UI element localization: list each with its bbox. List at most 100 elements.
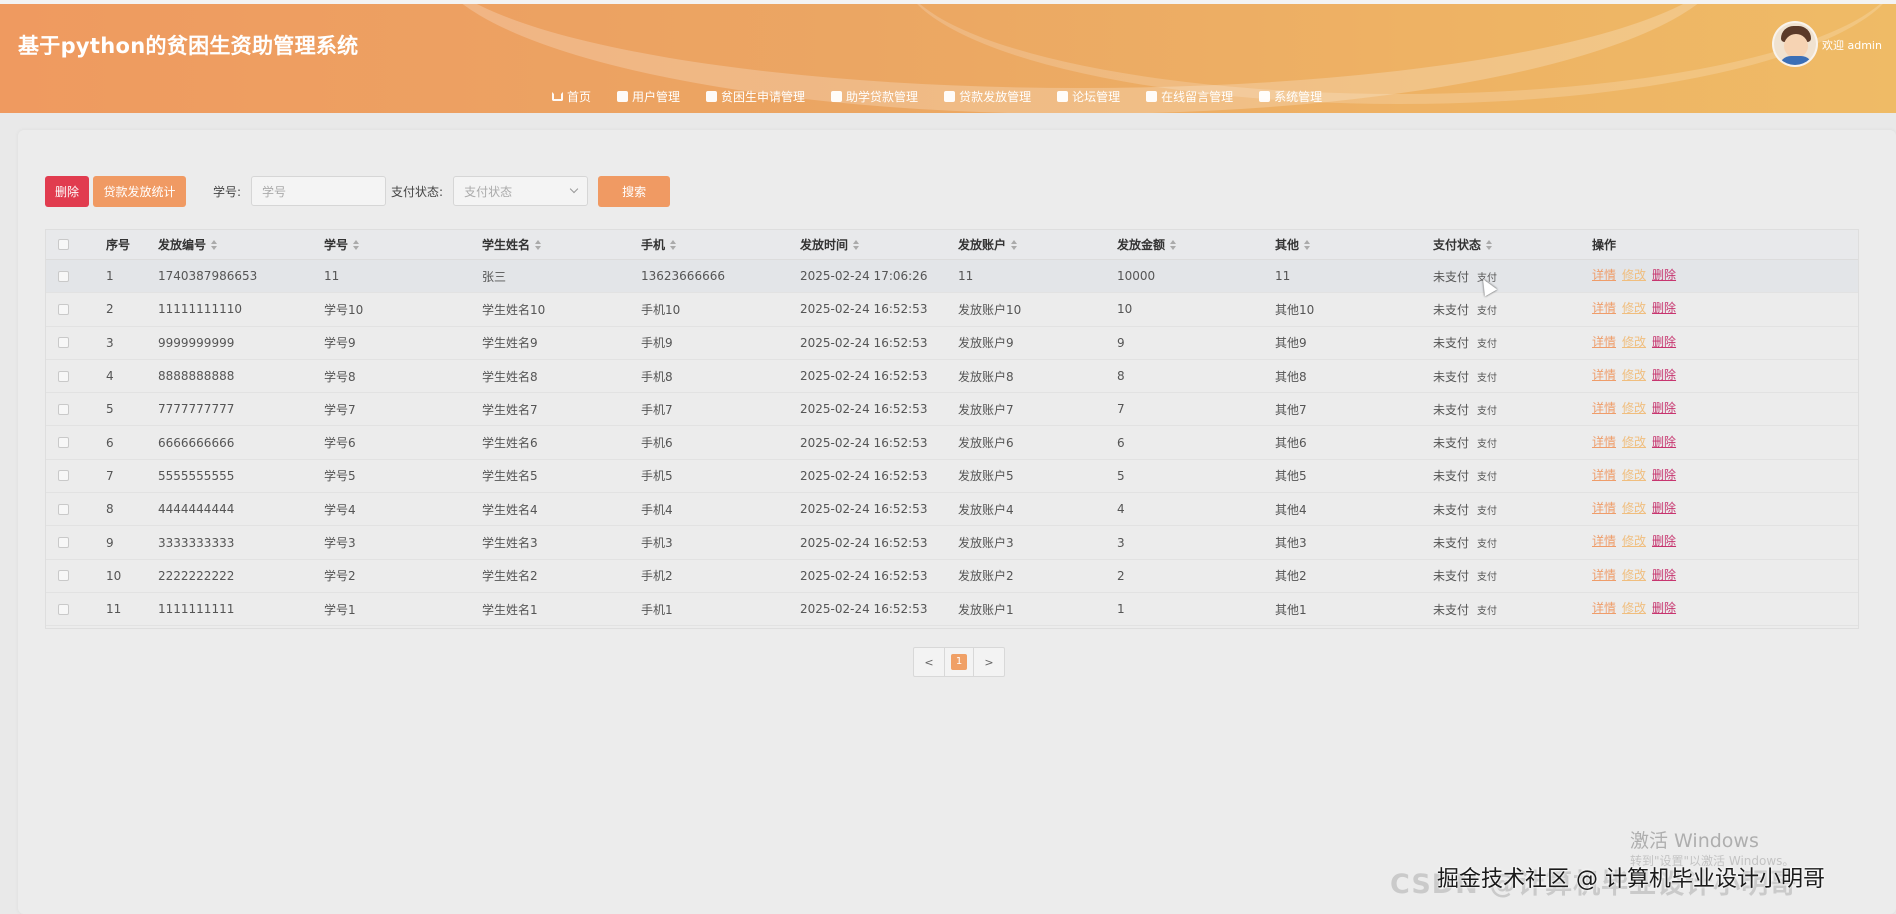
pay-button[interactable]: 支付 bbox=[1477, 602, 1497, 617]
pay-button[interactable]: 支付 bbox=[1477, 402, 1497, 417]
table-row[interactable]: 4 8888888888 学号8 学生姓名8 手机8 2025-02-24 16:52:5… bbox=[46, 360, 1858, 394]
detail-link[interactable]: 详情 bbox=[1592, 499, 1616, 516]
nav-item-7[interactable]: 系统管理 bbox=[1259, 88, 1322, 105]
edit-link[interactable]: 修改 bbox=[1622, 466, 1646, 483]
detail-link[interactable]: 详情 bbox=[1592, 266, 1616, 283]
pay-button[interactable]: 支付 bbox=[1477, 502, 1497, 517]
nav-item-0[interactable]: 首页 bbox=[552, 88, 591, 105]
search-button[interactable]: 搜索 bbox=[598, 175, 671, 207]
edit-link[interactable]: 修改 bbox=[1622, 532, 1646, 549]
delete-link[interactable]: 删除 bbox=[1652, 399, 1676, 416]
nav-item-4[interactable]: 贷款发放管理 bbox=[944, 88, 1031, 105]
detail-link[interactable]: 详情 bbox=[1592, 366, 1616, 383]
sort-icon[interactable] bbox=[1486, 239, 1493, 250]
row-checkbox[interactable] bbox=[58, 503, 69, 515]
table-row[interactable]: 6 6666666666 学号6 学生姓名6 手机6 2025-02-24 16:52:5… bbox=[46, 427, 1858, 460]
nav-item-2[interactable]: 贫困生申请管理 bbox=[706, 88, 805, 105]
pay-button[interactable]: 支付 bbox=[1477, 468, 1497, 483]
delete-link[interactable]: 删除 bbox=[1652, 599, 1676, 616]
sort-icon[interactable] bbox=[853, 239, 860, 250]
edit-link[interactable]: 修改 bbox=[1622, 499, 1646, 516]
sort-icon[interactable] bbox=[1170, 239, 1177, 250]
next-page-button[interactable]: > bbox=[974, 648, 1004, 676]
welcome-user-menu[interactable]: 欢迎 admin bbox=[1822, 37, 1882, 53]
column-header[interactable]: 手机 bbox=[641, 230, 677, 259]
detail-link[interactable]: 详情 bbox=[1592, 599, 1616, 616]
table-row[interactable]: 2 11111111110 学号10 学生姓名10 手机10 2025-02-24 16:… bbox=[46, 293, 1858, 327]
row-checkbox[interactable] bbox=[58, 437, 69, 449]
sort-icon[interactable] bbox=[1011, 239, 1018, 250]
detail-link[interactable]: 详情 bbox=[1592, 566, 1616, 583]
sort-icon[interactable] bbox=[211, 239, 218, 250]
table-row[interactable]: 5 7777777777 学号7 学生姓名7 手机7 2025-02-24 16:52:5… bbox=[46, 393, 1858, 427]
column-header[interactable]: 发放账户 bbox=[958, 230, 1018, 259]
column-header[interactable]: 发放时间 bbox=[800, 230, 860, 259]
delete-link[interactable]: 删除 bbox=[1652, 299, 1676, 316]
select-all-checkbox[interactable] bbox=[58, 239, 69, 250]
edit-link[interactable]: 修改 bbox=[1622, 333, 1646, 350]
delete-link[interactable]: 删除 bbox=[1652, 333, 1676, 350]
edit-link[interactable]: 修改 bbox=[1622, 433, 1646, 450]
nav-item-5[interactable]: 论坛管理 bbox=[1057, 88, 1120, 105]
column-header[interactable]: 发放编号 bbox=[158, 230, 218, 259]
table-row[interactable]: 9 3333333333 学号3 学生姓名3 手机3 2025-02-24 16:52:5… bbox=[46, 526, 1858, 560]
loan-stats-button[interactable]: 贷款发放统计 bbox=[93, 175, 186, 207]
column-header[interactable]: 支付状态 bbox=[1433, 230, 1493, 259]
detail-link[interactable]: 详情 bbox=[1592, 433, 1616, 450]
detail-link[interactable]: 详情 bbox=[1592, 333, 1616, 350]
edit-link[interactable]: 修改 bbox=[1622, 266, 1646, 283]
pay-button[interactable]: 支付 bbox=[1477, 335, 1497, 350]
table-row[interactable]: 1 1740387986653 11 张三 13623666666 2025-02-24 … bbox=[46, 260, 1858, 294]
edit-link[interactable]: 修改 bbox=[1622, 366, 1646, 383]
column-header[interactable]: 学号 bbox=[324, 230, 360, 259]
delete-link[interactable]: 删除 bbox=[1652, 366, 1676, 383]
delete-link[interactable]: 删除 bbox=[1652, 266, 1676, 283]
table-row[interactable]: 8 4444444444 学号4 学生姓名4 手机4 2025-02-24 16:52:5… bbox=[46, 493, 1858, 527]
row-checkbox[interactable] bbox=[58, 303, 69, 315]
sort-icon[interactable] bbox=[1304, 239, 1311, 250]
nav-item-3[interactable]: 助学贷款管理 bbox=[831, 88, 918, 105]
row-checkbox[interactable] bbox=[58, 370, 69, 382]
delete-link[interactable]: 删除 bbox=[1652, 566, 1676, 583]
edit-link[interactable]: 修改 bbox=[1622, 599, 1646, 616]
admin-avatar[interactable] bbox=[1772, 21, 1818, 67]
pay-button[interactable]: 支付 bbox=[1477, 535, 1497, 550]
table-row[interactable]: 10 2222222222 学号2 学生姓名2 手机2 2025-02-24 16:52:… bbox=[46, 560, 1858, 593]
row-checkbox[interactable] bbox=[58, 570, 69, 582]
edit-link[interactable]: 修改 bbox=[1622, 299, 1646, 316]
sort-icon[interactable] bbox=[535, 239, 542, 250]
detail-link[interactable]: 详情 bbox=[1592, 532, 1616, 549]
edit-link[interactable]: 修改 bbox=[1622, 566, 1646, 583]
delete-link[interactable]: 删除 bbox=[1652, 532, 1676, 549]
pay-button[interactable]: 支付 bbox=[1477, 435, 1497, 450]
batch-delete-button[interactable]: 删除 bbox=[45, 175, 89, 207]
detail-link[interactable]: 详情 bbox=[1592, 299, 1616, 316]
table-row[interactable]: 7 5555555555 学号5 学生姓名5 手机5 2025-02-24 16:52:5… bbox=[46, 460, 1858, 494]
sort-icon[interactable] bbox=[670, 239, 677, 250]
pay-button[interactable]: 支付 bbox=[1477, 302, 1497, 317]
column-header[interactable]: 学生姓名 bbox=[482, 230, 542, 259]
nav-item-1[interactable]: 用户管理 bbox=[617, 88, 680, 105]
row-checkbox[interactable] bbox=[58, 270, 69, 282]
pay-button[interactable]: 支付 bbox=[1477, 369, 1497, 384]
column-header[interactable]: 序号 bbox=[106, 230, 130, 259]
edit-link[interactable]: 修改 bbox=[1622, 399, 1646, 416]
pay-button[interactable]: 支付 bbox=[1477, 568, 1497, 583]
delete-link[interactable]: 删除 bbox=[1652, 466, 1676, 483]
sort-icon[interactable] bbox=[353, 239, 360, 250]
detail-link[interactable]: 详情 bbox=[1592, 466, 1616, 483]
row-checkbox[interactable] bbox=[58, 537, 69, 549]
prev-page-button[interactable]: < bbox=[914, 648, 944, 676]
delete-link[interactable]: 删除 bbox=[1652, 499, 1676, 516]
detail-link[interactable]: 详情 bbox=[1592, 399, 1616, 416]
nav-item-6[interactable]: 在线留言管理 bbox=[1146, 88, 1233, 105]
row-checkbox[interactable] bbox=[58, 403, 69, 415]
column-header[interactable]: 发放金额 bbox=[1117, 230, 1177, 259]
table-row[interactable]: 11 1111111111 学号1 学生姓名1 手机1 2025-02-24 16:52:… bbox=[46, 593, 1858, 627]
row-checkbox[interactable] bbox=[58, 470, 69, 482]
delete-link[interactable]: 删除 bbox=[1652, 433, 1676, 450]
pay-status-select[interactable]: 支付状态 bbox=[453, 176, 589, 206]
current-page[interactable]: 1 bbox=[944, 648, 974, 676]
row-checkbox[interactable] bbox=[58, 337, 69, 349]
column-header[interactable]: 其他 bbox=[1275, 230, 1311, 259]
